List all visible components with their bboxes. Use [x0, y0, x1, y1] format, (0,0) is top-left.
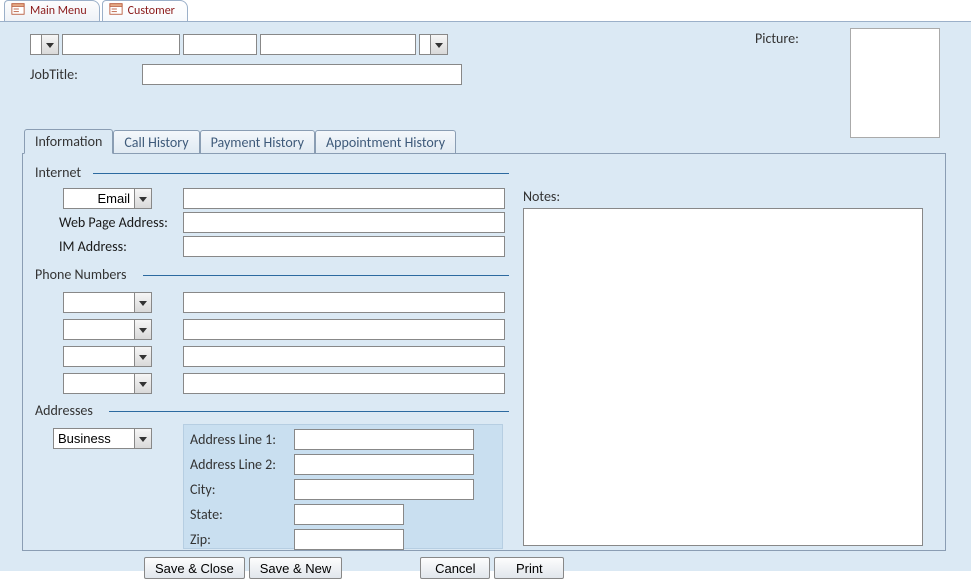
addr1-label: Address Line 1: — [190, 431, 290, 448]
doc-tab-customer[interactable]: Customer — [102, 0, 188, 21]
last-name-input[interactable] — [260, 34, 416, 55]
save-close-button[interactable]: Save & Close — [144, 557, 245, 579]
phone3-type-combo[interactable] — [63, 346, 152, 367]
doc-tab-label: Main Menu — [30, 4, 87, 18]
form-icon — [109, 2, 123, 20]
dropdown-button[interactable] — [134, 293, 151, 312]
group-line — [143, 275, 509, 276]
state-input[interactable] — [294, 504, 404, 525]
job-title-input[interactable] — [142, 64, 462, 85]
job-title-label: JobTitle: — [30, 66, 78, 83]
tab-page-information: Internet Web Page Address: IM Address: P… — [22, 153, 946, 551]
tab-payment-history[interactable]: Payment History — [200, 130, 315, 154]
dropdown-button[interactable] — [134, 347, 151, 366]
state-label: State: — [190, 506, 290, 523]
city-input[interactable] — [294, 479, 474, 500]
email-input[interactable] — [183, 188, 505, 209]
tab-call-history[interactable]: Call History — [113, 130, 199, 154]
tab-strip: Information Call History Payment History… — [22, 128, 946, 153]
customer-form: JobTitle: Picture: Information Call Hist… — [0, 22, 971, 571]
dropdown-button[interactable] — [134, 320, 151, 339]
addr1-input[interactable] — [294, 429, 474, 450]
tab-information[interactable]: Information — [24, 129, 113, 154]
picture-box[interactable] — [850, 28, 940, 138]
save-new-button[interactable]: Save & New — [249, 557, 343, 579]
phone2-type-combo[interactable] — [63, 319, 152, 340]
zip-label: Zip: — [190, 531, 290, 548]
webpage-input[interactable] — [183, 212, 505, 233]
notes-textarea[interactable] — [523, 208, 923, 546]
phone2-type-input[interactable] — [64, 320, 134, 339]
addr2-label: Address Line 2: — [190, 456, 290, 473]
phone4-type-combo[interactable] — [63, 373, 152, 394]
phone4-input[interactable] — [183, 373, 505, 394]
name-row — [30, 34, 448, 55]
phone1-type-combo[interactable] — [63, 292, 152, 313]
group-label-phone: Phone Numbers — [31, 266, 130, 283]
tab-appointment-history[interactable]: Appointment History — [315, 130, 456, 154]
dropdown-button[interactable] — [430, 35, 447, 54]
dropdown-button[interactable] — [134, 374, 151, 393]
zip-input[interactable] — [294, 529, 404, 550]
email-type-input[interactable] — [64, 189, 134, 208]
picture-label: Picture: — [755, 30, 799, 47]
doc-tab-main-menu[interactable]: Main Menu — [4, 0, 100, 21]
form-icon — [11, 2, 25, 20]
phone1-type-input[interactable] — [64, 293, 134, 312]
address-type-combo[interactable] — [53, 428, 152, 449]
document-tab-bar: Main Menu Customer — [0, 0, 971, 22]
group-label-internet: Internet — [31, 164, 85, 181]
webpage-label: Web Page Address: — [59, 214, 168, 231]
address-panel: Address Line 1: Address Line 2: City: St… — [183, 424, 503, 549]
dropdown-button[interactable] — [134, 429, 151, 448]
notes-label: Notes: — [523, 188, 560, 205]
phone2-input[interactable] — [183, 319, 505, 340]
suffix-combo-input[interactable] — [420, 35, 430, 54]
first-name-input[interactable] — [62, 34, 180, 55]
title-combo-input[interactable] — [31, 35, 41, 54]
title-combo[interactable] — [30, 34, 59, 55]
email-type-combo[interactable] — [63, 188, 152, 209]
phone3-type-input[interactable] — [64, 347, 134, 366]
addr2-input[interactable] — [294, 454, 474, 475]
im-input[interactable] — [183, 236, 505, 257]
group-label-addresses: Addresses — [31, 402, 97, 419]
job-title-row: JobTitle: — [30, 64, 462, 85]
suffix-combo[interactable] — [419, 34, 448, 55]
address-type-input[interactable] — [54, 429, 134, 448]
print-button[interactable]: Print — [494, 557, 564, 579]
dropdown-button[interactable] — [41, 35, 58, 54]
phone3-input[interactable] — [183, 346, 505, 367]
phone1-input[interactable] — [183, 292, 505, 313]
group-line — [93, 173, 509, 174]
dropdown-button[interactable] — [134, 189, 151, 208]
button-row: Save & Close Save & New Cancel Print — [144, 557, 564, 579]
phone4-type-input[interactable] — [64, 374, 134, 393]
city-label: City: — [190, 481, 290, 498]
doc-tab-label: Customer — [128, 4, 175, 18]
detail-tabs: Information Call History Payment History… — [22, 128, 946, 551]
group-line — [109, 411, 509, 412]
im-label: IM Address: — [59, 238, 127, 255]
middle-name-input[interactable] — [183, 34, 257, 55]
cancel-button[interactable]: Cancel — [420, 557, 490, 579]
